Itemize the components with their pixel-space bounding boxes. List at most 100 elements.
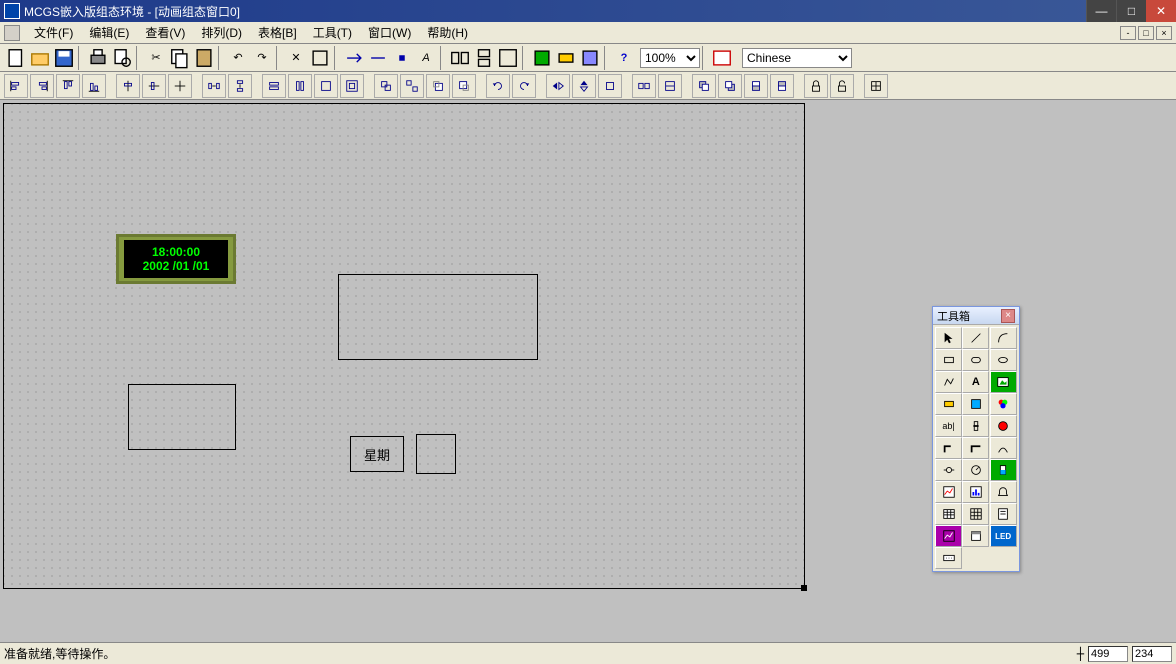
alarm-tool-icon[interactable] — [990, 481, 1017, 503]
sim-button[interactable] — [366, 46, 390, 70]
menu-table[interactable]: 表格[B] — [250, 22, 305, 43]
language-select[interactable]: Chinese — [742, 48, 852, 68]
tank-tool-icon[interactable] — [990, 459, 1017, 481]
copy-button[interactable] — [168, 46, 192, 70]
lang-button[interactable] — [710, 46, 734, 70]
menu-file[interactable]: 文件(F) — [26, 22, 81, 43]
same-size-button[interactable] — [314, 74, 338, 98]
menu-arrange[interactable]: 排列(D) — [193, 22, 250, 43]
design-canvas[interactable]: 18:00:00 2002 /01 /01 星期 — [4, 104, 804, 588]
rectangle-4[interactable] — [416, 434, 456, 474]
toolbox-close-button[interactable]: × — [1001, 309, 1015, 323]
send-back-button[interactable] — [452, 74, 476, 98]
roundrect-tool-icon[interactable] — [962, 349, 989, 371]
keyboard-tool-icon[interactable] — [935, 547, 962, 569]
align-right-button[interactable] — [30, 74, 54, 98]
print-button[interactable] — [86, 46, 110, 70]
ungroup-button[interactable] — [400, 74, 424, 98]
valve-tool-icon[interactable] — [935, 459, 962, 481]
led-tool-icon[interactable]: LED — [990, 525, 1017, 547]
align-center-h-button[interactable] — [142, 74, 166, 98]
up-button[interactable] — [744, 74, 768, 98]
connect-button[interactable] — [554, 46, 578, 70]
same-width-button[interactable] — [262, 74, 286, 98]
arc-tool-icon[interactable] — [990, 327, 1017, 349]
align-top-button[interactable] — [56, 74, 80, 98]
zoom-select[interactable]: 100% — [640, 48, 700, 68]
text-tool-icon[interactable]: A — [962, 371, 989, 393]
dist-h-button[interactable] — [202, 74, 226, 98]
group-button[interactable] — [374, 74, 398, 98]
center-button[interactable] — [168, 74, 192, 98]
menu-tool[interactable]: 工具(T) — [305, 22, 360, 43]
library-tool-icon[interactable] — [962, 393, 989, 415]
toolbox-panel[interactable]: 工具箱 × A ab| — [932, 306, 1020, 572]
grid-button[interactable] — [864, 74, 888, 98]
component-tool-icon[interactable] — [935, 393, 962, 415]
picture-tool-icon[interactable] — [990, 371, 1017, 393]
menu-window[interactable]: 窗口(W) — [360, 22, 419, 43]
align-button1[interactable] — [448, 46, 472, 70]
ellipse-tool-icon[interactable] — [990, 349, 1017, 371]
mdi-minimize-button[interactable]: - — [1120, 26, 1136, 40]
history-tool-icon[interactable] — [935, 525, 962, 547]
mdi-restore-button[interactable]: □ — [1138, 26, 1154, 40]
pointer-tool-icon[interactable] — [935, 327, 962, 349]
rectangle-tool-icon[interactable] — [935, 349, 962, 371]
pipe2-tool-icon[interactable] — [962, 437, 989, 459]
cut-button[interactable]: ✂ — [144, 46, 168, 70]
combine-button[interactable] — [598, 74, 622, 98]
menu-help[interactable]: 帮助(H) — [419, 22, 476, 43]
paste-button[interactable] — [192, 46, 216, 70]
pipe-tool-icon[interactable] — [935, 437, 962, 459]
help-button[interactable]: ? — [612, 46, 636, 70]
report-tool-icon[interactable] — [990, 503, 1017, 525]
bring-front-button[interactable] — [426, 74, 450, 98]
front2-button[interactable] — [692, 74, 716, 98]
toolbox-title[interactable]: 工具箱 × — [933, 307, 1019, 325]
open-project-button[interactable] — [28, 46, 52, 70]
curve-tool-icon[interactable] — [990, 437, 1017, 459]
font-button[interactable]: A — [414, 46, 438, 70]
fit-button[interactable] — [340, 74, 364, 98]
color-tool-icon[interactable] — [990, 393, 1017, 415]
download-button[interactable] — [530, 46, 554, 70]
library-button[interactable] — [308, 46, 332, 70]
menu-edit[interactable]: 编辑(E) — [81, 22, 137, 43]
mdi-close-button[interactable]: × — [1156, 26, 1172, 40]
chart-tool-icon[interactable] — [962, 481, 989, 503]
menu-view[interactable]: 查看(V) — [137, 22, 193, 43]
flip-h-button[interactable] — [546, 74, 570, 98]
align-button2[interactable] — [472, 46, 496, 70]
flip-v-button[interactable] — [572, 74, 596, 98]
rectangle-2[interactable] — [128, 384, 236, 450]
maximize-button[interactable]: □ — [1116, 0, 1146, 22]
indicator-tool-icon[interactable] — [990, 415, 1017, 437]
run-button[interactable] — [342, 46, 366, 70]
undo-button[interactable]: ↶ — [226, 46, 250, 70]
redo-button[interactable]: ↷ — [250, 46, 274, 70]
table-tool-icon[interactable] — [935, 503, 962, 525]
new-button[interactable] — [4, 46, 28, 70]
input-tool-icon[interactable]: ab| — [935, 415, 962, 437]
rectangle-1[interactable] — [338, 274, 538, 360]
tools-button[interactable]: ✕ — [284, 46, 308, 70]
dist-v-button[interactable] — [228, 74, 252, 98]
back2-button[interactable] — [718, 74, 742, 98]
print-preview-button[interactable] — [110, 46, 134, 70]
down-button[interactable] — [770, 74, 794, 98]
slider-tool-icon[interactable] — [962, 415, 989, 437]
rotate-right-button[interactable] — [512, 74, 536, 98]
step-button[interactable] — [390, 46, 414, 70]
align-left-button[interactable] — [4, 74, 28, 98]
grid-tool-icon[interactable] — [962, 503, 989, 525]
ungroup2-button[interactable] — [632, 74, 656, 98]
align-bottom-button[interactable] — [82, 74, 106, 98]
polyline-tool-icon[interactable] — [935, 371, 962, 393]
lock-button[interactable] — [804, 74, 828, 98]
config-button[interactable] — [578, 46, 602, 70]
close-button[interactable]: ✕ — [1146, 0, 1176, 22]
align-center-v-button[interactable] — [116, 74, 140, 98]
gauge-tool-icon[interactable] — [962, 459, 989, 481]
same-height-button[interactable] — [288, 74, 312, 98]
